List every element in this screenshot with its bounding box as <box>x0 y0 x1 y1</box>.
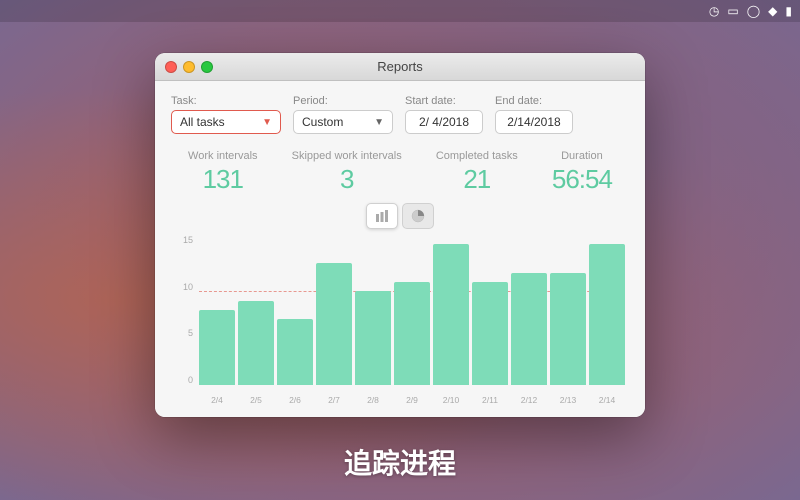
bar-group <box>394 235 430 385</box>
airplay-icon: ▭ <box>727 4 738 18</box>
y-label-10: 10 <box>183 282 193 292</box>
end-date-label: End date: <box>495 95 573 107</box>
x-labels: 2/42/52/62/72/82/92/102/112/122/132/14 <box>199 395 625 405</box>
work-intervals-label: Work intervals <box>188 150 257 162</box>
task-chevron-icon: ▼ <box>262 117 272 128</box>
bar <box>316 263 352 385</box>
bar-group <box>355 235 391 385</box>
bar-group <box>238 235 274 385</box>
completed-tasks-stat: Completed tasks 21 <box>436 150 518 195</box>
period-value: Custom <box>302 115 343 129</box>
duration-label: Duration <box>561 150 603 162</box>
chart-toggle <box>171 203 629 229</box>
x-label: 2/13 <box>550 395 586 405</box>
bar <box>355 291 391 385</box>
bar-group <box>316 235 352 385</box>
bar-group <box>277 235 313 385</box>
x-label: 2/5 <box>238 395 274 405</box>
chart-area: 15 10 5 0 2/42/52/62/72/82/92/102/112/12… <box>171 235 629 405</box>
completed-label: Completed tasks <box>436 150 518 162</box>
period-dropdown[interactable]: Custom ▼ <box>293 110 393 134</box>
pie-chart-toggle[interactable] <box>402 203 434 229</box>
bar <box>199 310 235 385</box>
start-date-field[interactable]: 2/ 4/2018 <box>405 110 483 134</box>
x-label: 2/14 <box>589 395 625 405</box>
work-intervals-value: 131 <box>203 164 243 195</box>
task-value: All tasks <box>180 115 225 129</box>
subtitle-text: 追踪进程 <box>0 442 800 482</box>
stats-row: Work intervals 131 Skipped work interval… <box>171 150 629 195</box>
duration-stat: Duration 56:54 <box>552 150 612 195</box>
bar-chart-icon <box>375 209 389 223</box>
period-control: Period: Custom ▼ <box>293 95 393 134</box>
bar-group <box>550 235 586 385</box>
traffic-lights <box>165 61 213 73</box>
end-date-field[interactable]: 2/14/2018 <box>495 110 573 134</box>
timer-icon: ◯ <box>747 4 760 18</box>
wifi-icon: ◆ <box>768 4 777 18</box>
close-button[interactable] <box>165 61 177 73</box>
bar <box>433 244 469 385</box>
task-label: Task: <box>171 95 281 107</box>
bar <box>589 244 625 385</box>
x-label: 2/4 <box>199 395 235 405</box>
bar <box>394 282 430 385</box>
bar-group <box>511 235 547 385</box>
y-label-15: 15 <box>183 235 193 245</box>
end-date-control: End date: 2/14/2018 <box>495 95 573 134</box>
reports-window: Reports Task: All tasks ▼ Period: Custom… <box>155 53 645 417</box>
minimize-button[interactable] <box>183 61 195 73</box>
y-label-0: 0 <box>188 375 193 385</box>
battery-icon: ▮ <box>785 4 792 18</box>
duration-value: 56:54 <box>552 164 612 195</box>
start-date-control: Start date: 2/ 4/2018 <box>405 95 483 134</box>
bar-group <box>433 235 469 385</box>
x-label: 2/11 <box>472 395 508 405</box>
bar <box>511 273 547 386</box>
bar <box>277 319 313 385</box>
window-content: Task: All tasks ▼ Period: Custom ▼ Start… <box>155 81 645 417</box>
work-intervals-stat: Work intervals 131 <box>188 150 257 195</box>
bar <box>238 301 274 385</box>
bars-container <box>199 235 625 385</box>
start-date-label: Start date: <box>405 95 483 107</box>
maximize-button[interactable] <box>201 61 213 73</box>
menubar-icons: ◷ ▭ ◯ ◆ ▮ <box>709 4 792 18</box>
task-dropdown[interactable]: All tasks ▼ <box>171 110 281 134</box>
titlebar: Reports <box>155 53 645 81</box>
window-title: Reports <box>377 59 423 74</box>
skipped-label: Skipped work intervals <box>292 150 402 162</box>
period-chevron-icon: ▼ <box>374 117 384 128</box>
x-label: 2/8 <box>355 395 391 405</box>
bar <box>472 282 508 385</box>
x-label: 2/9 <box>394 395 430 405</box>
x-label: 2/10 <box>433 395 469 405</box>
y-axis-labels: 15 10 5 0 <box>171 235 197 385</box>
bar-chart-toggle[interactable] <box>366 203 398 229</box>
menubar: ◷ ▭ ◯ ◆ ▮ <box>0 0 800 22</box>
period-label: Period: <box>293 95 393 107</box>
bar-group <box>472 235 508 385</box>
x-label: 2/12 <box>511 395 547 405</box>
x-label: 2/7 <box>316 395 352 405</box>
clock-icon: ◷ <box>709 4 719 18</box>
x-label: 2/6 <box>277 395 313 405</box>
bar-group <box>589 235 625 385</box>
completed-value: 21 <box>463 164 490 195</box>
skipped-value: 3 <box>340 164 353 195</box>
skipped-intervals-stat: Skipped work intervals 3 <box>292 150 402 195</box>
y-label-5: 5 <box>188 328 193 338</box>
bar <box>550 273 586 386</box>
bar-group <box>199 235 235 385</box>
pie-chart-icon <box>411 209 425 223</box>
task-control: Task: All tasks ▼ <box>171 95 281 134</box>
controls-row: Task: All tasks ▼ Period: Custom ▼ Start… <box>171 95 629 134</box>
